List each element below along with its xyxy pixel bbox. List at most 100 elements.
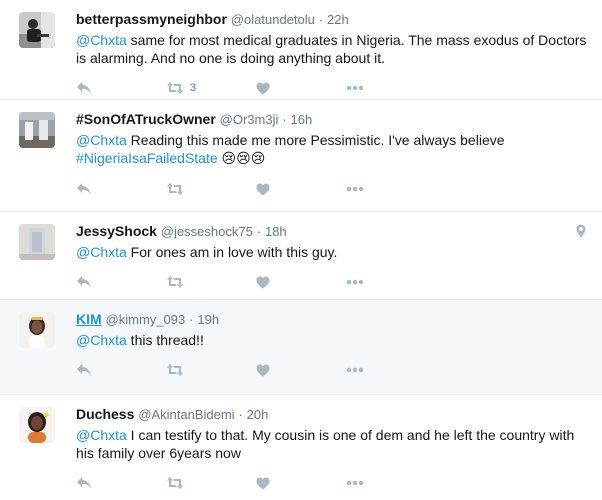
separator: · [189, 312, 194, 327]
separator: · [282, 112, 287, 127]
reply-icon [77, 477, 91, 489]
tweet-header: JessyShock @jesseshock75 · 18h [76, 222, 592, 241]
timestamp[interactable]: 22h [327, 12, 349, 27]
tweet-header: betterpassmyneighbor @olatundetolu · 22h [76, 10, 592, 29]
mention-link[interactable]: @Chxta [76, 427, 127, 443]
tweet-header: Duchess @AkintanBidemi · 20h [76, 405, 592, 424]
more-icon [346, 279, 364, 285]
fullname[interactable]: betterpassmyneighbor [76, 11, 227, 27]
tweet[interactable]: KIM @kimmy_093 · 19h @Chxta this thread!… [0, 300, 602, 395]
handle[interactable]: @Or3m3ji [220, 112, 279, 127]
more-icon [346, 85, 364, 91]
like-button[interactable] [256, 477, 346, 490]
more-button[interactable] [346, 186, 436, 192]
hashtag-link[interactable]: #NigeriaIsaFailedState [76, 150, 218, 166]
tweet[interactable]: betterpassmyneighbor @olatundetolu · 22h… [0, 0, 602, 100]
retweet-icon [167, 477, 183, 489]
more-icon [346, 186, 364, 192]
mention-link[interactable]: @Chxta [76, 132, 127, 148]
timestamp[interactable]: 16h [291, 112, 313, 127]
mention-link[interactable]: @Chxta [76, 32, 127, 48]
more-button[interactable] [346, 85, 436, 91]
handle[interactable]: @jesseshock75 [161, 224, 253, 239]
retweet-icon [167, 183, 183, 195]
tweet-body: this thread!! [126, 332, 204, 348]
tweet[interactable]: JessyShock @jesseshock75 · 18h @Chxta Fo… [0, 212, 602, 300]
reply-button[interactable] [76, 476, 166, 490]
tweet-text: @Chxta this thread!! [76, 331, 592, 349]
avatar[interactable] [19, 312, 55, 348]
like-icon [256, 364, 270, 376]
tweet-header: KIM @kimmy_093 · 19h [76, 310, 592, 329]
tweet-body: same for most medical graduates in Niger… [76, 32, 587, 66]
tweet-header: #SonOfATruckOwner @Or3m3ji · 16h [76, 110, 592, 129]
reply-button[interactable] [76, 81, 166, 95]
like-icon [256, 82, 270, 94]
more-icon [346, 367, 364, 373]
reply-icon [77, 183, 91, 195]
timestamp[interactable]: 20h [247, 407, 269, 422]
tweet-actions [76, 353, 592, 387]
separator: · [238, 407, 243, 422]
more-button[interactable] [346, 279, 436, 285]
avatar[interactable] [19, 112, 55, 148]
emoji: 😢😢😢 [221, 151, 266, 167]
tweet-body: For ones am in love with this guy. [126, 244, 338, 260]
mention-link[interactable]: @Chxta [76, 244, 127, 260]
tweet-text: @Chxta same for most medical graduates i… [76, 31, 592, 67]
tweet[interactable]: #SonOfATruckOwner @Or3m3ji · 16h @Chxta … [0, 100, 602, 212]
reply-icon [77, 276, 91, 288]
fullname[interactable]: Duchess [76, 406, 134, 422]
tweet-text: @Chxta I can testify to that. My cousin … [76, 426, 592, 462]
retweet-button[interactable]: 3 [166, 81, 256, 95]
reply-icon [77, 364, 91, 376]
tweet-actions [76, 265, 592, 299]
timestamp[interactable]: 19h [197, 312, 219, 327]
like-button[interactable] [256, 183, 346, 196]
retweet-count: 3 [190, 82, 197, 94]
tweet-text: @Chxta For ones am in love with this guy… [76, 243, 592, 261]
retweet-button[interactable] [166, 363, 256, 377]
separator: · [318, 12, 324, 27]
handle[interactable]: @kimmy_093 [106, 312, 186, 327]
reply-icon [77, 82, 91, 94]
reply-button[interactable] [76, 182, 166, 196]
tweet-feed: betterpassmyneighbor @olatundetolu · 22h… [0, 0, 602, 489]
retweet-button[interactable] [166, 182, 256, 196]
more-button[interactable] [346, 367, 436, 373]
retweet-icon [167, 364, 183, 376]
avatar[interactable] [19, 407, 55, 443]
timestamp[interactable]: 18h [265, 224, 287, 239]
reply-button[interactable] [76, 275, 166, 289]
like-icon [256, 276, 270, 288]
tweet-text: @Chxta Reading this made me more Pessimi… [76, 131, 592, 168]
handle[interactable]: @AkintanBidemi [138, 407, 234, 422]
handle[interactable]: @olatundetolu [231, 12, 315, 27]
retweet-icon [167, 276, 183, 288]
more-icon [346, 480, 364, 486]
retweet-icon [167, 82, 183, 94]
mention-link[interactable]: @Chxta [76, 332, 127, 348]
location-button[interactable] [576, 224, 586, 243]
more-button[interactable] [346, 480, 436, 486]
tweet-body: Reading this made me more Pessimistic. I… [126, 132, 505, 148]
retweet-button[interactable] [166, 476, 256, 490]
location-pin-icon [576, 224, 586, 238]
tweet-body: I can testify to that. My cousin is one … [76, 427, 575, 461]
like-icon [256, 477, 270, 489]
reply-button[interactable] [76, 363, 166, 377]
like-icon [256, 183, 270, 195]
fullname[interactable]: #SonOfATruckOwner [76, 111, 216, 127]
retweet-button[interactable] [166, 275, 256, 289]
tweet[interactable]: Duchess @AkintanBidemi · 20h @Chxta I ca… [0, 395, 602, 489]
avatar[interactable] [19, 224, 55, 260]
tweet-actions [76, 172, 592, 206]
like-button[interactable] [256, 276, 346, 289]
tweet-actions [76, 466, 592, 500]
fullname[interactable]: JessyShock [76, 223, 157, 239]
like-button[interactable] [256, 82, 346, 95]
avatar[interactable] [19, 12, 55, 48]
separator: · [256, 224, 262, 239]
fullname[interactable]: KIM [76, 311, 102, 327]
like-button[interactable] [256, 364, 346, 377]
